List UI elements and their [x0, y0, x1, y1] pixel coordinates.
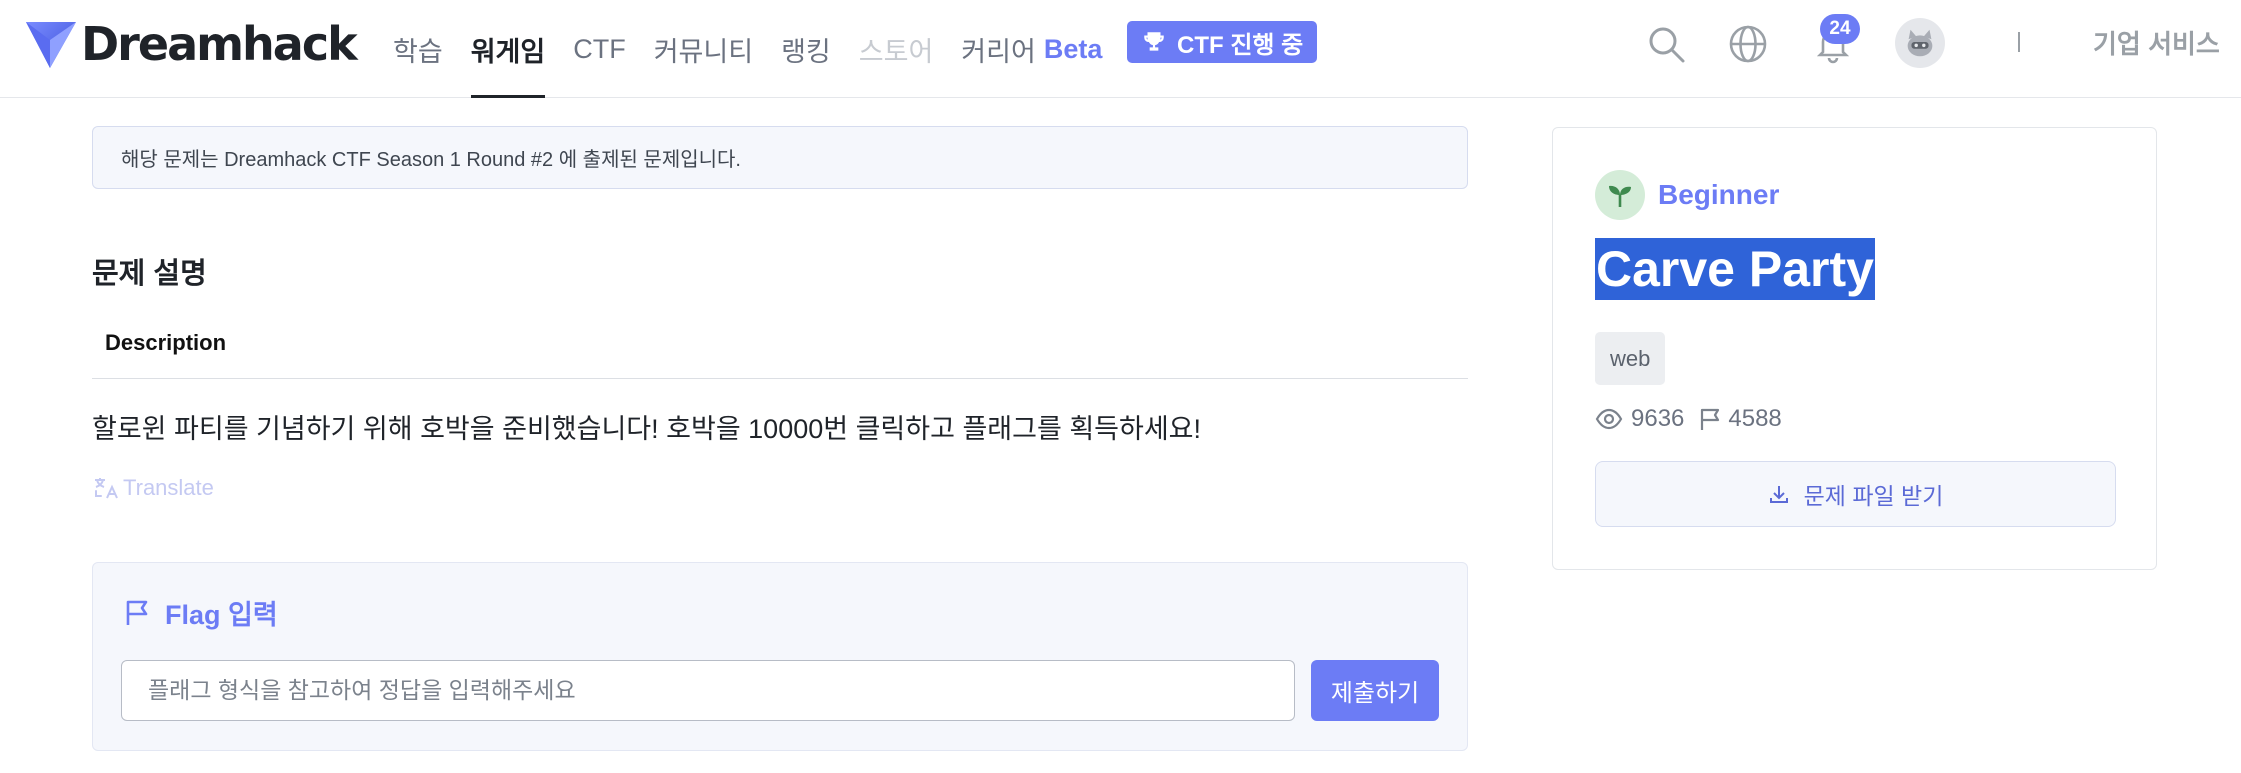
- flag-submit-panel: Flag 입력 제출하기: [92, 562, 1468, 751]
- notice-text: 해당 문제는 Dreamhack CTF Season 1 Round #2 에…: [121, 149, 741, 171]
- ctf-live-label: CTF 진행 중: [1177, 31, 1304, 59]
- nav-item-ctf[interactable]: CTF: [573, 0, 625, 98]
- nav-item-store[interactable]: 스토어: [859, 0, 934, 98]
- nav-item-learn[interactable]: 학습: [393, 0, 443, 98]
- business-service-link[interactable]: 기업 서비스: [2093, 24, 2220, 61]
- trophy-icon: [1144, 32, 1164, 51]
- challenge-stats: 9636 4588: [1595, 405, 1782, 433]
- header-separator: [2018, 32, 2020, 52]
- flag-panel-title: Flag 입력: [123, 593, 278, 632]
- nav-item-career[interactable]: 커리어 Beta: [961, 0, 1102, 98]
- challenge-title-wrap: Carve Party: [1595, 238, 1875, 300]
- flag-input[interactable]: [121, 660, 1295, 721]
- flag-icon: [1701, 408, 1720, 430]
- notification-count-badge: 24: [1820, 14, 1860, 44]
- search-icon: [1649, 27, 1685, 63]
- nav-item-wargame[interactable]: 워게임: [470, 0, 545, 98]
- level-text: Beginner: [1658, 179, 1780, 210]
- ctf-notice-banner: 해당 문제는 Dreamhack CTF Season 1 Round #2 에…: [92, 126, 1468, 189]
- logo-text: Dreamhack: [81, 17, 358, 71]
- dreamhack-logo[interactable]: Dreamhack: [24, 17, 358, 71]
- avatar-icon: [1907, 29, 1933, 57]
- search-button[interactable]: [1644, 22, 1688, 66]
- beta-label: Beta: [1043, 33, 1103, 64]
- description-text: 할로윈 파티를 기념하기 위해 호박을 준비했습니다! 호박을 10000번 클…: [92, 414, 1202, 444]
- solve-count: 4588: [1728, 405, 1782, 432]
- category-tag[interactable]: web: [1595, 332, 1666, 385]
- flag-panel-title-text: Flag 입력: [165, 600, 278, 630]
- challenge-title: Carve Party: [1595, 238, 1875, 300]
- nav-item-ranking[interactable]: 랭킹: [781, 0, 831, 98]
- download-icon: [1769, 486, 1788, 503]
- translate-button[interactable]: Translate: [92, 474, 214, 502]
- level-badge: [1595, 170, 1645, 220]
- flag-icon: [126, 600, 148, 625]
- main-nav: 학습 워게임 CTF 커뮤니티 랭킹 스토어 커리어 Beta: [393, 0, 1130, 98]
- description-heading-text: Description: [105, 330, 227, 355]
- sprout-icon: [1609, 185, 1631, 207]
- nav-career-label: 커리어: [961, 36, 1036, 67]
- translate-icon: [95, 478, 118, 499]
- download-files-button[interactable]: 문제 파일 받기: [1595, 461, 2116, 527]
- description-heading: Description: [92, 330, 1468, 379]
- difficulty-level: Beginner: [1595, 170, 1779, 220]
- language-button[interactable]: [1726, 22, 1770, 66]
- eye-icon: [1595, 408, 1623, 430]
- dreamhack-logo-icon: [26, 22, 76, 68]
- nav-item-community[interactable]: 커뮤니티: [654, 0, 753, 98]
- section-title: 문제 설명: [92, 258, 207, 290]
- user-avatar[interactable]: [1895, 18, 1945, 68]
- challenge-info-card: Beginner Carve Party web 9636 4588 문제 파일…: [1552, 127, 2157, 570]
- view-count: 9636: [1631, 405, 1685, 432]
- ctf-live-button[interactable]: CTF 진행 중: [1127, 21, 1318, 63]
- download-files-label: 문제 파일 받기: [1803, 483, 1944, 509]
- globe-icon: [1729, 25, 1767, 63]
- submit-flag-button[interactable]: 제출하기: [1311, 660, 1439, 721]
- translate-label: Translate: [123, 475, 214, 500]
- top-navbar: Dreamhack 학습 워게임 CTF 커뮤니티 랭킹 스토어 커리어 Bet…: [0, 0, 2241, 98]
